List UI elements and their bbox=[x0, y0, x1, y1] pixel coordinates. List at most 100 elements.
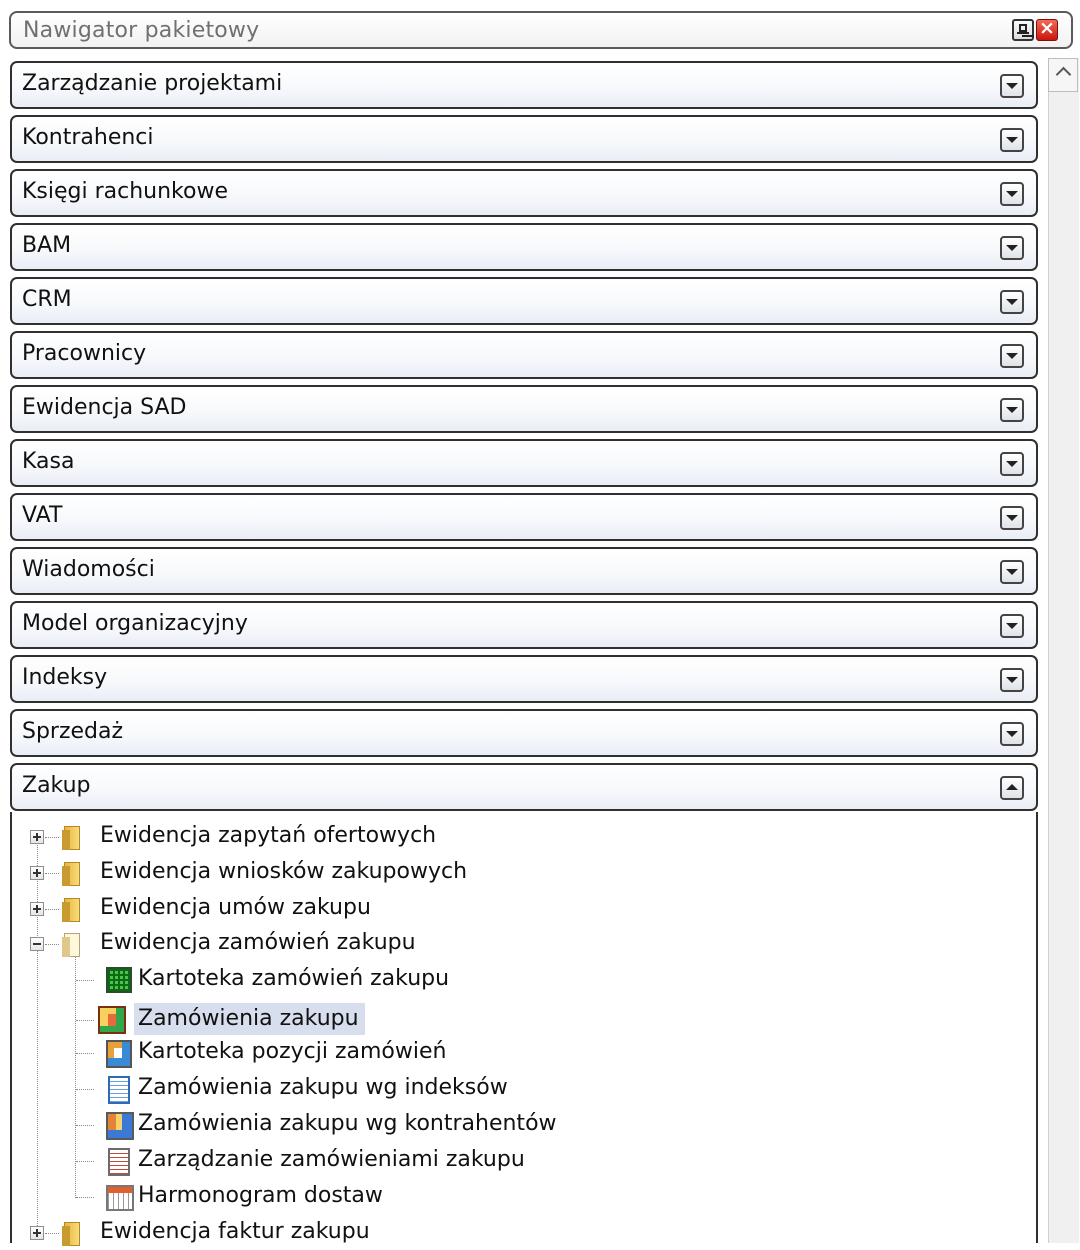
tree-item-label: Kartoteka pozycji zamówień bbox=[138, 1039, 447, 1064]
section-kontrahenci[interactable]: Kontrahenci bbox=[10, 115, 1038, 163]
section-label: Kontrahenci bbox=[22, 125, 154, 150]
purchase-order-icon bbox=[98, 1006, 126, 1034]
collapse-minus-icon[interactable] bbox=[30, 937, 44, 951]
tree-leaf-row[interactable]: Zamówienia zakupu wg kontrahentów bbox=[12, 1108, 912, 1142]
section-label: Zakup bbox=[22, 773, 91, 798]
tree-leaf-row[interactable]: Harmonogram dostaw bbox=[12, 1180, 912, 1214]
tree-connector bbox=[45, 944, 59, 945]
chevron-down-icon[interactable] bbox=[1000, 560, 1024, 584]
expand-plus-icon[interactable] bbox=[30, 830, 44, 844]
green-grid-icon bbox=[106, 967, 132, 993]
section-label: Model organizacyjny bbox=[22, 611, 248, 636]
panel-title-bar: Nawigator pakietowy × bbox=[9, 11, 1073, 49]
section-pracownicy[interactable]: Pracownicy bbox=[10, 331, 1038, 379]
chevron-down-icon[interactable] bbox=[1000, 344, 1024, 368]
tree-item-label: Harmonogram dostaw bbox=[138, 1183, 383, 1208]
tree-connector bbox=[76, 980, 94, 981]
calendar-icon bbox=[106, 1185, 134, 1211]
folder-icon bbox=[62, 896, 82, 922]
section-kasa[interactable]: Kasa bbox=[10, 439, 1038, 487]
close-icon[interactable]: × bbox=[1036, 17, 1058, 41]
chevron-down-icon[interactable] bbox=[1000, 614, 1024, 638]
section-label: Sprzedaż bbox=[22, 719, 124, 744]
chevron-down-icon[interactable] bbox=[1000, 290, 1024, 314]
chevron-down-icon[interactable] bbox=[1000, 506, 1024, 530]
tree-item-label: Ewidencja faktur zakupu bbox=[100, 1219, 370, 1244]
contractor-orders-icon bbox=[106, 1112, 134, 1140]
section-wiadomosci[interactable]: Wiadomości bbox=[10, 547, 1038, 595]
tree-item-label: Ewidencja umów zakupu bbox=[100, 895, 371, 920]
tree-item-label: Zarządzanie zamówieniami zakupu bbox=[138, 1147, 525, 1172]
section-model-organizacyjny[interactable]: Model organizacyjny bbox=[10, 601, 1038, 649]
tree-connector bbox=[45, 1233, 59, 1234]
tree-item-label: Kartoteka zamówień zakupu bbox=[138, 966, 450, 991]
chevron-down-icon[interactable] bbox=[1000, 452, 1024, 476]
expand-plus-icon[interactable] bbox=[30, 902, 44, 916]
chevron-down-icon[interactable] bbox=[1000, 668, 1024, 692]
tree-leaf-row[interactable]: Kartoteka zamówień zakupu bbox=[12, 963, 912, 997]
chevron-down-icon[interactable] bbox=[1000, 398, 1024, 422]
folder-icon bbox=[62, 824, 82, 850]
tree-connector bbox=[76, 1089, 94, 1090]
tree-folder-row[interactable]: Ewidencja zapytań ofertowych bbox=[12, 820, 912, 854]
pin-icon[interactable] bbox=[1012, 19, 1034, 41]
chevron-down-icon[interactable] bbox=[1000, 236, 1024, 260]
chevron-down-icon[interactable] bbox=[1000, 74, 1024, 98]
section-label: BAM bbox=[22, 233, 72, 258]
tree-folder-row[interactable]: Ewidencja umów zakupu bbox=[12, 892, 912, 926]
section-bam[interactable]: BAM bbox=[10, 223, 1038, 271]
tree-item-label: Zamówienia zakupu bbox=[134, 1003, 365, 1035]
section-label: Pracownicy bbox=[22, 341, 147, 366]
open-folder-icon bbox=[62, 931, 82, 957]
section-ewidencja-sad[interactable]: Ewidencja SAD bbox=[10, 385, 1038, 433]
section-ksiegi-rachunkowe[interactable]: Księgi rachunkowe bbox=[10, 169, 1038, 217]
section-vat[interactable]: VAT bbox=[10, 493, 1038, 541]
panel-title: Nawigator pakietowy bbox=[23, 18, 260, 43]
folder-icon bbox=[62, 1220, 82, 1246]
tree-item-label: Ewidencja zapytań ofertowych bbox=[100, 823, 437, 848]
tree-folder-row[interactable]: Ewidencja faktur zakupu bbox=[12, 1216, 912, 1250]
expand-plus-icon[interactable] bbox=[30, 866, 44, 880]
tree-item-label: Zamówienia zakupu wg indeksów bbox=[138, 1075, 508, 1100]
section-label: Indeksy bbox=[22, 665, 108, 690]
tree-connector bbox=[76, 1053, 94, 1054]
section-label: Księgi rachunkowe bbox=[22, 179, 229, 204]
section-zakup[interactable]: Zakup bbox=[10, 763, 1038, 811]
section-label: Zarządzanie projektami bbox=[22, 71, 283, 96]
tree-connector bbox=[45, 873, 59, 874]
section-label: CRM bbox=[22, 287, 72, 312]
tree-item-label: Ewidencja zamówień zakupu bbox=[100, 930, 416, 955]
section-crm[interactable]: CRM bbox=[10, 277, 1038, 325]
tree-folder-row[interactable]: Ewidencja wniosków zakupowych bbox=[12, 856, 912, 890]
tree-folder-row[interactable]: Ewidencja zamówień zakupu bbox=[12, 927, 912, 961]
vertical-scrollbar[interactable] bbox=[1048, 58, 1079, 1243]
zakup-panel: Ewidencja zapytań ofertowych Ewidencja w… bbox=[10, 812, 1038, 1246]
tree-item-label: Zamówienia zakupu wg kontrahentów bbox=[138, 1111, 557, 1136]
chevron-up-icon[interactable] bbox=[1000, 776, 1024, 800]
tree-leaf-row[interactable]: Zamówienia zakupu wg indeksów bbox=[12, 1072, 912, 1106]
chevron-down-icon[interactable] bbox=[1000, 128, 1024, 152]
tree-leaf-row[interactable]: Kartoteka pozycji zamówień bbox=[12, 1036, 912, 1070]
section-zarzadzanie-projektami[interactable]: Zarządzanie projektami bbox=[10, 61, 1038, 109]
section-label: Wiadomości bbox=[22, 557, 155, 582]
tree-connector bbox=[76, 1020, 94, 1021]
tree-connector bbox=[45, 909, 59, 910]
expand-plus-icon[interactable] bbox=[30, 1226, 44, 1240]
scroll-up-button[interactable] bbox=[1048, 58, 1078, 92]
document-list-icon bbox=[108, 1148, 130, 1176]
tree-connector bbox=[76, 1125, 94, 1126]
chevron-down-icon[interactable] bbox=[1000, 182, 1024, 206]
section-sprzedaz[interactable]: Sprzedaż bbox=[10, 709, 1038, 757]
chevron-down-icon[interactable] bbox=[1000, 722, 1024, 746]
index-list-icon bbox=[108, 1076, 130, 1104]
order-items-icon bbox=[106, 1040, 132, 1068]
tree-leaf-row[interactable]: Zarządzanie zamówieniami zakupu bbox=[12, 1144, 912, 1178]
section-label: Kasa bbox=[22, 449, 75, 474]
section-label: VAT bbox=[22, 503, 63, 528]
tree-connector bbox=[76, 1161, 94, 1162]
tree-connector bbox=[76, 1197, 94, 1198]
tree-leaf-row-selected[interactable]: Zamówienia zakupu bbox=[12, 1003, 912, 1037]
tree-connector bbox=[45, 837, 59, 838]
tree-item-label: Ewidencja wniosków zakupowych bbox=[100, 859, 468, 884]
section-indeksy[interactable]: Indeksy bbox=[10, 655, 1038, 703]
